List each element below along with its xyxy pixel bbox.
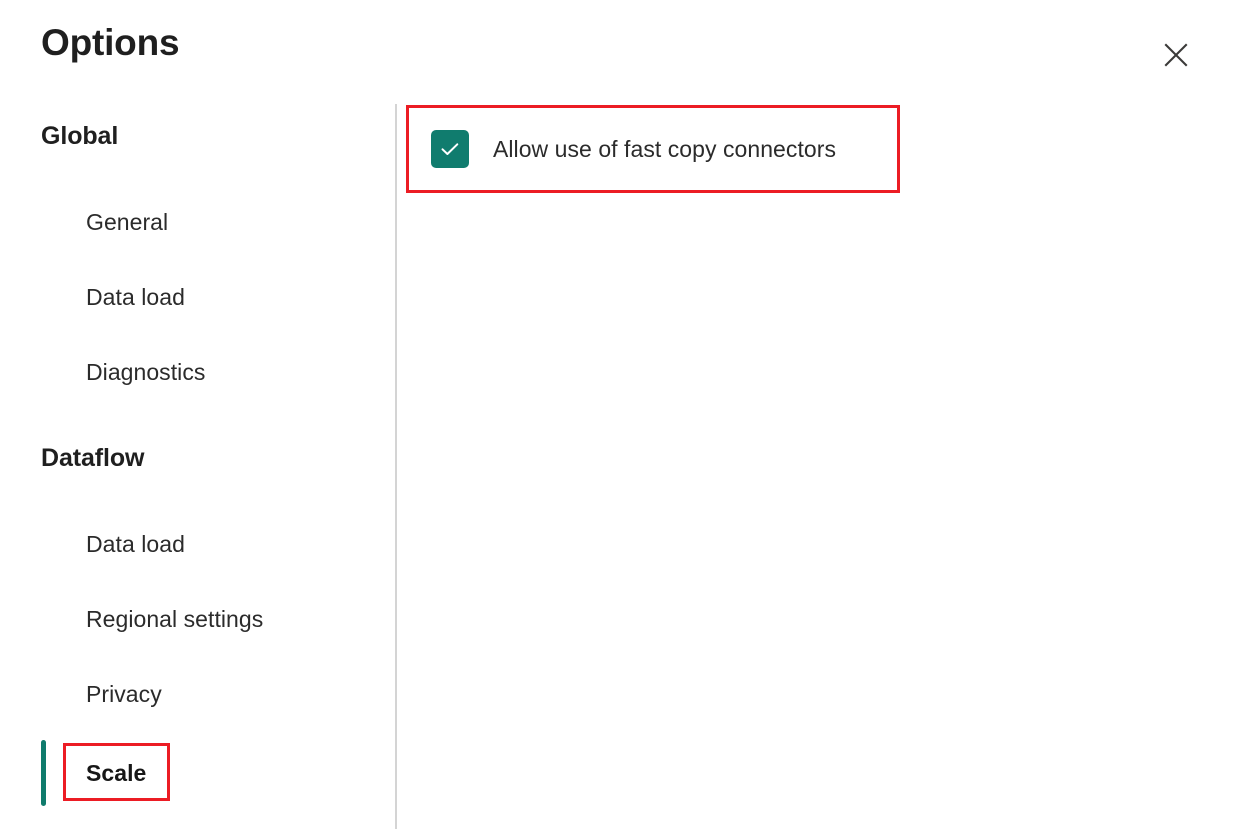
options-content-pane: Allow use of fast copy connectors <box>396 100 1240 829</box>
sidebar-group-header-dataflow: Dataflow <box>41 444 144 473</box>
sidebar-group-header-global: Global <box>41 122 118 151</box>
sidebar-item-label: Diagnostics <box>86 359 205 386</box>
sidebar-item-label: Privacy <box>86 681 162 708</box>
close-button[interactable] <box>1152 31 1200 79</box>
fast-copy-setting[interactable]: Allow use of fast copy connectors <box>431 130 836 168</box>
fast-copy-label: Allow use of fast copy connectors <box>493 136 836 163</box>
page-title: Options <box>41 22 179 65</box>
options-dialog: Options Global General Data load Diagnos… <box>0 0 1240 829</box>
sidebar-item-global-data-load[interactable]: Data load <box>63 275 185 319</box>
sidebar-item-label: Scale <box>86 760 146 787</box>
sidebar-item-dataflow-data-load[interactable]: Data load <box>63 522 185 566</box>
options-sidebar: Global General Data load Diagnostics Dat… <box>0 100 395 829</box>
sidebar-item-scale[interactable]: Scale <box>63 751 146 795</box>
sidebar-item-regional-settings[interactable]: Regional settings <box>63 597 263 641</box>
sidebar-item-general[interactable]: General <box>63 200 168 244</box>
checkmark-icon <box>438 137 462 161</box>
fast-copy-checkbox[interactable] <box>431 130 469 168</box>
sidebar-item-diagnostics[interactable]: Diagnostics <box>63 350 205 394</box>
sidebar-item-label: General <box>86 209 168 236</box>
sidebar-selected-indicator <box>41 740 46 806</box>
sidebar-item-label: Data load <box>86 531 185 558</box>
sidebar-item-label: Regional settings <box>86 606 263 633</box>
sidebar-item-privacy[interactable]: Privacy <box>63 672 162 716</box>
close-icon <box>1163 42 1189 68</box>
sidebar-item-label: Data load <box>86 284 185 311</box>
